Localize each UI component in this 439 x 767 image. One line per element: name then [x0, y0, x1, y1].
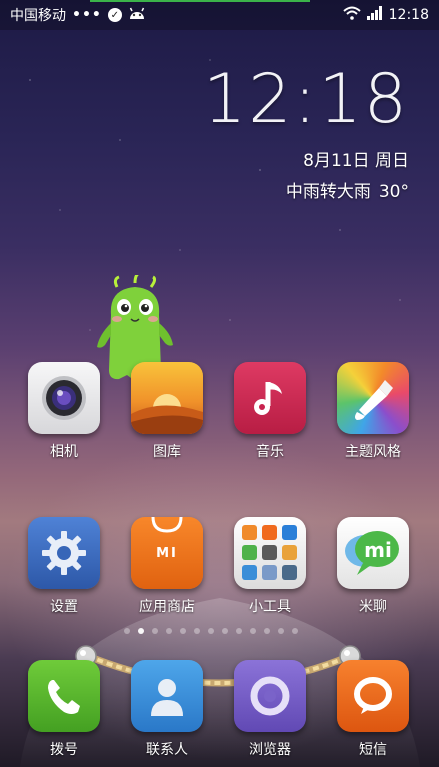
phone-icon	[28, 660, 100, 732]
person-icon	[131, 660, 203, 732]
page-dot[interactable]	[124, 628, 130, 634]
page-dot[interactable]	[292, 628, 298, 634]
app-label: 相机	[50, 444, 78, 460]
dock-phone[interactable]: 拨号	[14, 660, 114, 759]
page-dot[interactable]	[166, 628, 172, 634]
mitalk-logo: mi	[364, 538, 392, 562]
app-settings[interactable]: 设置	[14, 517, 114, 616]
android-icon	[128, 6, 146, 24]
clock-widget[interactable]: 12:18 8月11日 周日 中雨转大雨 30°	[203, 60, 409, 202]
gear-icon	[28, 517, 100, 589]
carrier-label: 中国移动	[10, 8, 66, 24]
check-icon: ✓	[107, 8, 122, 22]
app-label: 米聊	[359, 599, 387, 615]
page-dot[interactable]	[250, 628, 256, 634]
app-label: 应用商店	[139, 599, 195, 615]
gallery-icon	[131, 362, 203, 434]
shopping-bag-icon: MI	[131, 517, 203, 589]
app-label: 浏览器	[249, 742, 291, 758]
clock-date: 8月11日 周日	[303, 151, 409, 171]
status-progress-line	[90, 0, 310, 2]
app-label: 音乐	[256, 444, 284, 460]
status-bar: 中国移动 ••• ✓ 12:18	[0, 0, 439, 30]
dock-contacts[interactable]: 联系人	[117, 660, 217, 759]
page-dot[interactable]	[236, 628, 242, 634]
app-label: 主题风格	[345, 444, 401, 460]
signal-icon	[366, 6, 383, 24]
browser-icon	[234, 660, 306, 732]
app-label: 联系人	[146, 742, 188, 758]
more-notifications-icon: •••	[72, 7, 102, 23]
folder-tools[interactable]: 小工具	[220, 517, 320, 616]
app-store[interactable]: MI 应用商店	[117, 517, 217, 616]
page-dot[interactable]	[180, 628, 186, 634]
page-dot[interactable]	[152, 628, 158, 634]
temperature: 30°	[378, 182, 409, 202]
chat-bubble-icon: mi	[337, 517, 409, 589]
page-dot[interactable]	[278, 628, 284, 634]
dock-messages[interactable]: 短信	[323, 660, 423, 759]
wifi-icon	[342, 6, 361, 24]
folder-icon	[234, 517, 306, 589]
page-dot[interactable]	[138, 628, 144, 634]
message-icon	[337, 660, 409, 732]
app-camera[interactable]: 相机	[14, 362, 114, 461]
clock-weather: 中雨转大雨 30°	[203, 177, 409, 202]
app-themes[interactable]: 主题风格	[323, 362, 423, 461]
music-icon	[234, 362, 306, 434]
dock-browser[interactable]: 浏览器	[220, 660, 320, 759]
app-mitalk[interactable]: mi 米聊	[323, 517, 423, 616]
camera-icon	[28, 362, 100, 434]
app-label: 短信	[359, 742, 387, 758]
status-time: 12:18	[388, 7, 429, 23]
page-dot[interactable]	[222, 628, 228, 634]
page-dot[interactable]	[208, 628, 214, 634]
page-dot[interactable]	[264, 628, 270, 634]
app-label: 小工具	[249, 599, 291, 615]
themes-icon	[337, 362, 409, 434]
app-label: 设置	[50, 599, 78, 615]
app-gallery[interactable]: 图库	[117, 362, 217, 461]
clock-time: 12:18	[203, 60, 409, 139]
app-label: 拨号	[50, 742, 78, 758]
page-indicator[interactable]	[124, 628, 298, 634]
page-dot[interactable]	[194, 628, 200, 634]
weather-text: 中雨转大雨	[285, 182, 371, 202]
app-label: 图库	[153, 444, 181, 460]
app-music[interactable]: 音乐	[220, 362, 320, 461]
